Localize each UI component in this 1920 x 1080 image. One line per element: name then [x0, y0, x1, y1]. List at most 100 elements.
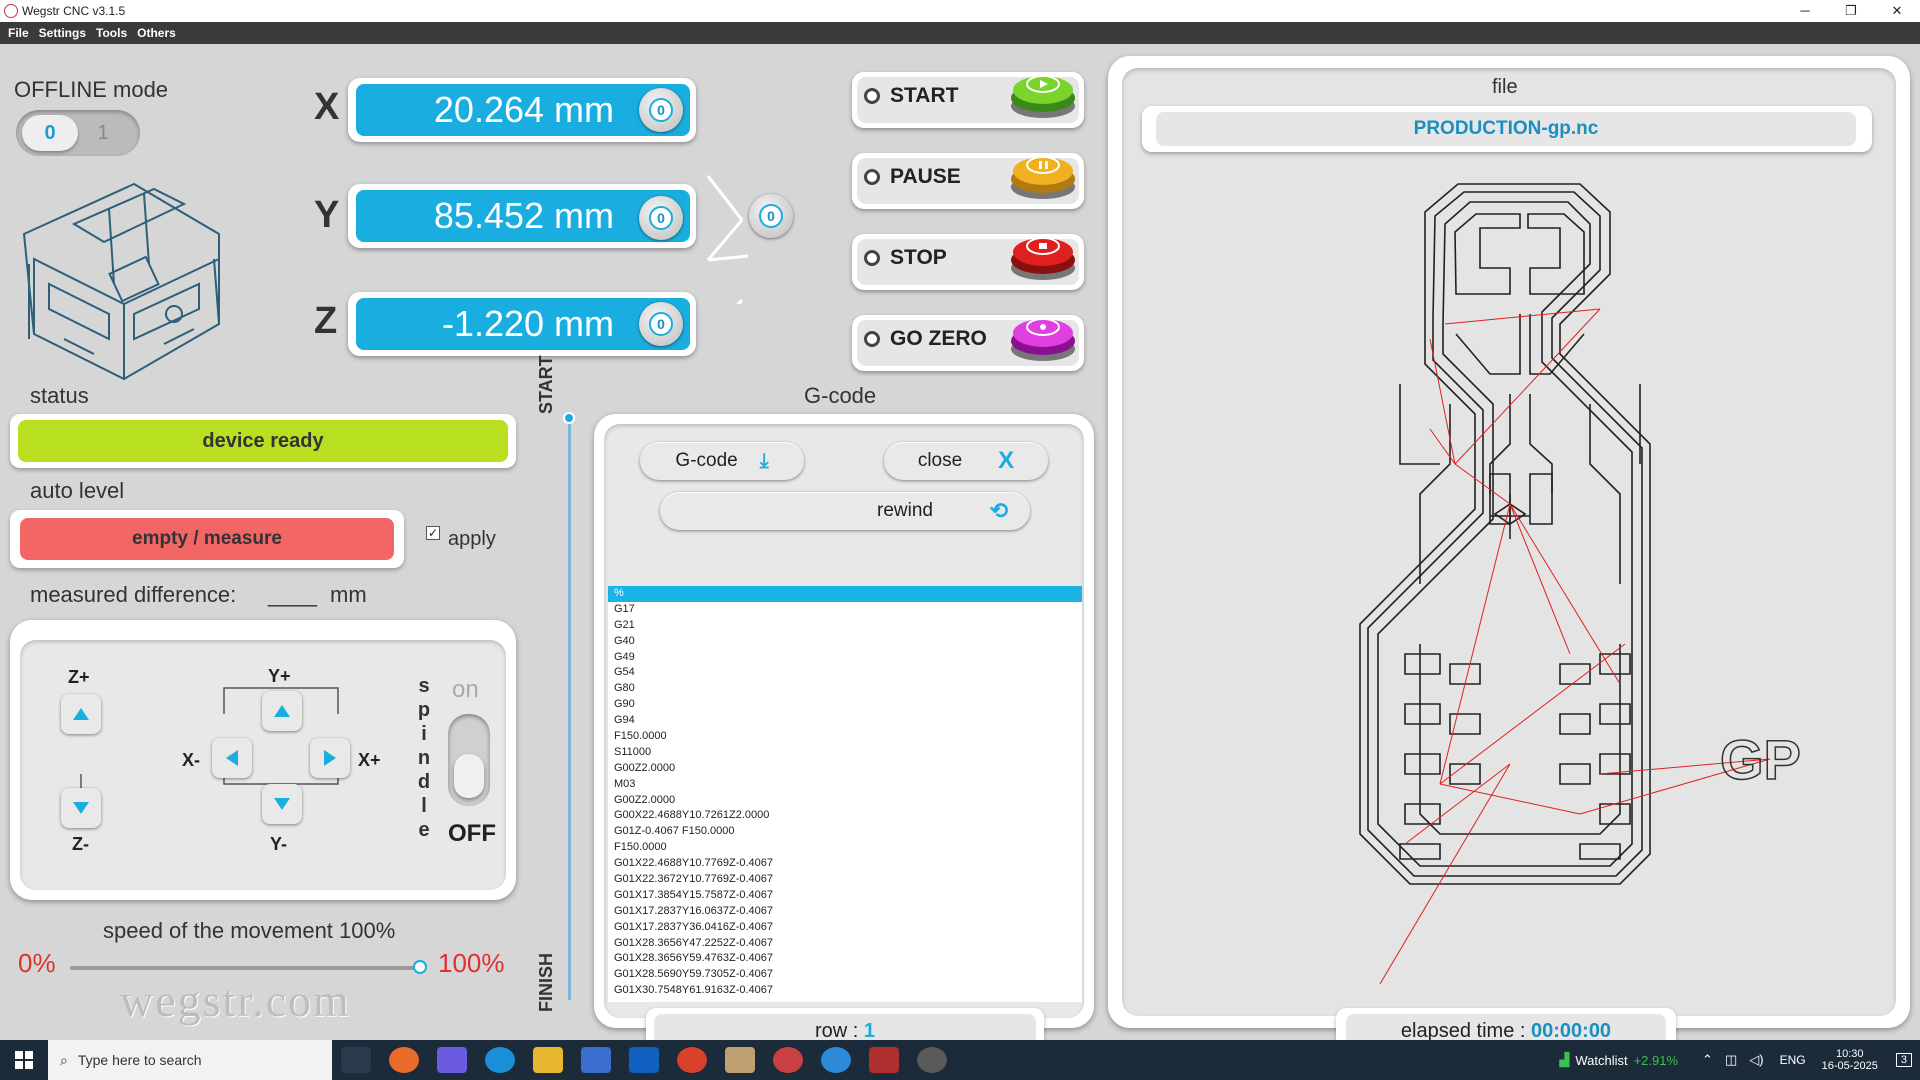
start-label: START — [890, 84, 959, 107]
gcode-line[interactable]: S11000 — [608, 745, 1082, 761]
copilot-icon[interactable] — [437, 1047, 467, 1073]
volume-icon[interactable]: ◁) — [1749, 1052, 1763, 1068]
file-label: file — [1492, 76, 1518, 98]
spindle-switch[interactable] — [448, 714, 490, 806]
close-window-button[interactable]: ✕ — [1874, 0, 1920, 22]
wegstr-app-icon[interactable] — [773, 1047, 803, 1073]
red-stop-button-icon — [1011, 237, 1075, 280]
rewind-icon: ⟲ — [989, 498, 1008, 523]
gcode-line[interactable]: G01X28.3656Y59.4763Z-0.4067 — [608, 951, 1082, 967]
watchlist-label[interactable]: Watchlist — [1575, 1053, 1627, 1068]
task-view-icon[interactable] — [341, 1047, 371, 1073]
pause-radio-icon — [864, 169, 880, 185]
gcode-line[interactable]: G01X30.7548Y61.9163Z-0.4067 — [608, 983, 1082, 999]
gcode-line[interactable]: G01X17.2837Y36.0416Z-0.4067 — [608, 920, 1082, 936]
empty-measure-button[interactable]: empty / measure — [20, 518, 394, 560]
clock[interactable]: 10:30 16-05-2025 — [1822, 1048, 1878, 1072]
gcode-line[interactable]: G00Z2.0000 — [608, 793, 1082, 809]
menu-settings[interactable]: Settings — [39, 26, 86, 40]
x-minus-button[interactable] — [212, 738, 252, 778]
notification-icon[interactable]: 3 — [1895, 1053, 1912, 1067]
toolpath-preview[interactable]: GP — [1180, 164, 1840, 984]
taskbar-search-box[interactable]: ⌕ Type here to search — [48, 1040, 332, 1080]
z-plus-button[interactable] — [61, 694, 101, 734]
menu-others[interactable]: Others — [137, 26, 176, 40]
minimize-button[interactable]: ─ — [1782, 0, 1828, 22]
zero-z-button[interactable]: 0 — [639, 302, 683, 346]
gcode-line[interactable]: G01X22.3672Y10.7769Z-0.4067 — [608, 872, 1082, 888]
auto-level-label: auto level — [30, 478, 125, 503]
offline-mode-toggle[interactable]: 0 1 — [16, 110, 140, 156]
file-explorer-icon[interactable] — [533, 1047, 563, 1073]
z-minus-label: Z- — [72, 834, 89, 854]
gcode-line[interactable]: G00Z2.0000 — [608, 761, 1082, 777]
gcode-line[interactable]: G49 — [608, 650, 1082, 666]
gcode-line[interactable]: G00X22.4688Y10.7261Z2.0000 — [608, 808, 1082, 824]
apply-checkbox[interactable]: ✓ — [426, 526, 440, 540]
gcode-line[interactable]: F150.0000 — [608, 729, 1082, 745]
zero-y-button[interactable]: 0 — [639, 196, 683, 240]
gcode-line[interactable]: G01X28.5690Y59.7305Z-0.4067 — [608, 967, 1082, 983]
close-icon: X — [998, 447, 1015, 474]
gcode-line[interactable]: G01X22.4688Y10.7769Z-0.4067 — [608, 856, 1082, 872]
app-logo-icon — [4, 4, 18, 18]
x-plus-label: X+ — [358, 750, 381, 770]
load-gcode-button[interactable]: G-code ⤓ — [640, 442, 804, 480]
apply-label: apply — [448, 528, 496, 550]
gcode-line[interactable]: G90 — [608, 697, 1082, 713]
restore-button[interactable]: ❐ — [1828, 0, 1874, 22]
gcode-line[interactable]: G17 — [608, 602, 1082, 618]
speed-slider-thumb[interactable] — [413, 960, 427, 974]
chrome-profile-icon[interactable] — [821, 1047, 851, 1073]
zero-x-button[interactable]: 0 — [639, 88, 683, 132]
x-plus-button[interactable] — [310, 738, 350, 778]
go-zero-button[interactable]: GO ZERO — [852, 315, 1084, 371]
gcode-line[interactable]: G54 — [608, 665, 1082, 681]
winrar-icon[interactable] — [869, 1047, 899, 1073]
z-axis-label: Z — [314, 300, 338, 342]
green-play-button-icon — [1011, 75, 1075, 118]
filename-value: PRODUCTION-gp.nc — [1156, 112, 1856, 146]
wegstr-active-icon[interactable] — [917, 1047, 947, 1073]
gcode-line[interactable]: G94 — [608, 713, 1082, 729]
archive-icon[interactable] — [725, 1047, 755, 1073]
y-plus-button[interactable] — [262, 691, 302, 731]
network-icon[interactable]: ◫ — [1725, 1052, 1737, 1068]
outlook-icon[interactable] — [629, 1047, 659, 1073]
gcode-line[interactable]: % — [608, 586, 1082, 602]
gcode-line[interactable]: G01X17.3854Y15.7587Z-0.4067 — [608, 888, 1082, 904]
chrome-icon[interactable] — [677, 1047, 707, 1073]
gcode-line[interactable]: G01X28.3656Y47.2252Z-0.4067 — [608, 936, 1082, 952]
gcode-line[interactable]: G21 — [608, 618, 1082, 634]
z-minus-button[interactable] — [61, 788, 101, 828]
menu-file[interactable]: File — [8, 26, 29, 40]
go-zero-radio-icon — [864, 331, 880, 347]
start-radio-icon — [864, 88, 880, 104]
gcode-line[interactable]: G01X17.2837Y16.0637Z-0.4067 — [608, 904, 1082, 920]
firefox-icon[interactable] — [389, 1047, 419, 1073]
y-minus-button[interactable] — [262, 784, 302, 824]
edge-icon[interactable] — [485, 1047, 515, 1073]
speed-slider-track[interactable] — [70, 966, 420, 970]
store-icon[interactable] — [581, 1047, 611, 1073]
start-button[interactable]: START — [852, 72, 1084, 128]
close-gcode-button[interactable]: close X — [884, 442, 1048, 480]
chevron-up-icon[interactable]: ⌃ — [1702, 1052, 1713, 1068]
zero-all-button[interactable]: 0 — [749, 194, 793, 238]
rewind-button[interactable]: rewind ⟲ — [660, 492, 1030, 530]
z-plus-label: Z+ — [68, 667, 90, 687]
orange-pause-button-icon — [1011, 156, 1075, 199]
menu-tools[interactable]: Tools — [96, 26, 127, 40]
gcode-line[interactable]: G40 — [608, 634, 1082, 650]
cnc-machine-illustration — [22, 182, 220, 381]
gcode-line[interactable]: G80 — [608, 681, 1082, 697]
menu-bar: File Settings Tools Others — [0, 22, 1920, 44]
gcode-line[interactable]: G01Z-0.4067 F150.0000 — [608, 824, 1082, 840]
gcode-listing[interactable]: % G17 G21 G40 G49 G54 G80 G90 G94 F150.0… — [608, 586, 1082, 1002]
pause-button[interactable]: PAUSE — [852, 153, 1084, 209]
start-menu-button[interactable] — [0, 1040, 48, 1080]
language-indicator[interactable]: ENG — [1780, 1053, 1806, 1067]
gcode-line[interactable]: F150.0000 — [608, 840, 1082, 856]
stop-button[interactable]: STOP — [852, 234, 1084, 290]
gcode-line[interactable]: M03 — [608, 777, 1082, 793]
